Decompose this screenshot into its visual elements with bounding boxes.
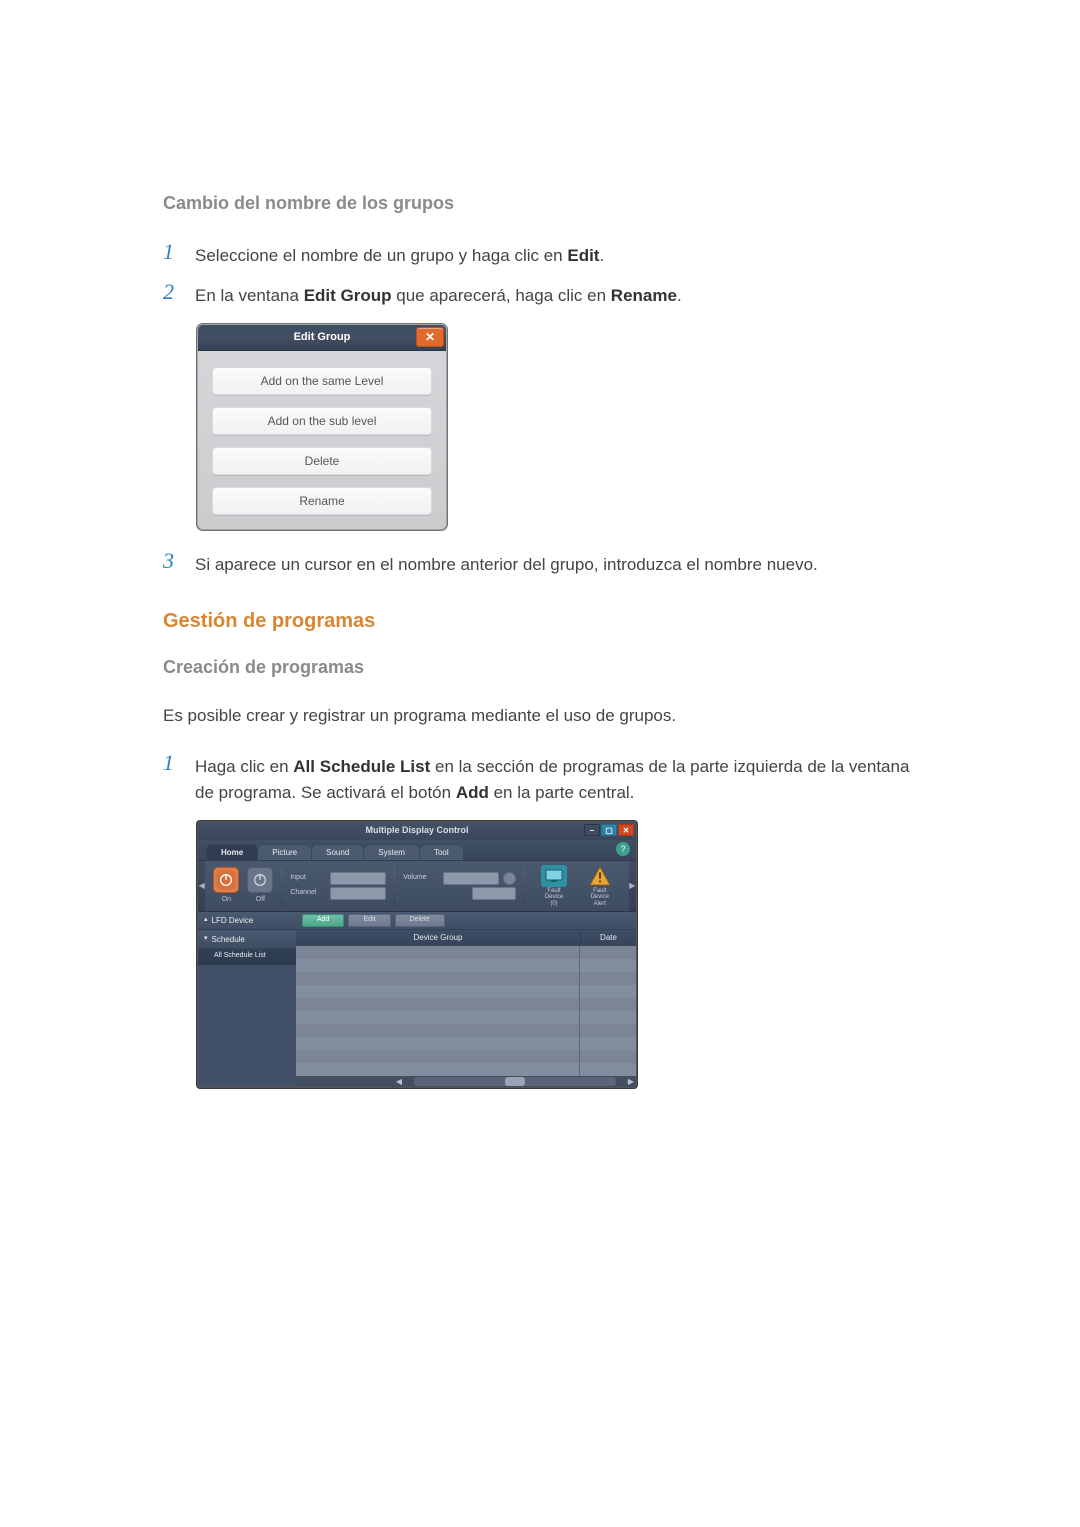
- input-dropdown[interactable]: [330, 872, 386, 885]
- step-text: Si aparece un cursor en el nombre anteri…: [195, 548, 818, 578]
- volume-label: Volume: [403, 873, 439, 884]
- scroll-left-icon: ◀: [394, 1076, 404, 1088]
- window-close-button[interactable]: ✕: [618, 824, 634, 836]
- step-text: En la ventana Edit Group que aparecerá, …: [195, 279, 682, 309]
- power-on-button[interactable]: [213, 867, 239, 893]
- step-2: 2 En la ventana Edit Group que aparecerá…: [163, 279, 920, 309]
- subheading-rename-groups: Cambio del nombre de los grupos: [163, 190, 920, 217]
- section-title-schedules: Gestión de programas: [163, 606, 920, 636]
- dialog-body: Add on the same Level Add on the sub lev…: [198, 351, 446, 529]
- ribbon-group-input: Input Channel: [282, 861, 394, 911]
- table-row: [296, 972, 636, 985]
- sidebar-item-all-schedule[interactable]: All Schedule List: [198, 949, 296, 965]
- app-titlebar: Multiple Display Control – ▢ ✕: [198, 822, 636, 840]
- step-text: Seleccione el nombre de un grupo y haga …: [195, 239, 604, 269]
- tab-system[interactable]: System: [363, 844, 420, 860]
- table-row: [296, 946, 636, 959]
- table-row: [296, 985, 636, 998]
- ribbon-group-fault: Fault Device(0) Fault DeviceAlert: [525, 861, 628, 911]
- main-panel: Add Edit Delete Device Group Date: [296, 912, 636, 1087]
- window-buttons: – ▢ ✕: [584, 824, 634, 836]
- table-row: [296, 1037, 636, 1050]
- ribbon-group-volume: Volume: [395, 861, 524, 911]
- step-1: 1 Seleccione el nombre de un grupo y hag…: [163, 239, 920, 269]
- dialog-titlebar: Edit Group ✕: [198, 325, 446, 351]
- ribbon-tabs: Home Picture Sound System Tool ?: [198, 840, 636, 860]
- col-date[interactable]: Date: [580, 932, 636, 944]
- sidebar-sub-schedule[interactable]: ▾ Schedule: [198, 931, 296, 949]
- channel-stepper[interactable]: [330, 887, 386, 900]
- minimize-button[interactable]: –: [584, 824, 600, 836]
- table-row: [296, 1063, 636, 1076]
- power-icon: [252, 872, 268, 888]
- fault-device-count[interactable]: Fault Device(0): [533, 863, 575, 910]
- sidebar-sub-label: Schedule: [212, 934, 245, 946]
- rename-button[interactable]: Rename: [212, 487, 432, 515]
- grid-header: Device Group Date: [296, 930, 636, 946]
- fault-device-alert[interactable]: Fault DeviceAlert: [579, 863, 621, 910]
- chevron-down-icon: ▾: [204, 934, 208, 945]
- mdc-app-window: Multiple Display Control – ▢ ✕ Home Pict…: [197, 821, 637, 1088]
- warning-icon: [587, 865, 613, 887]
- col-device-group[interactable]: Device Group: [296, 932, 580, 944]
- table-row: [296, 998, 636, 1011]
- close-icon: ✕: [425, 331, 435, 343]
- horizontal-scrollbar[interactable]: ◀ ▶: [296, 1076, 636, 1087]
- delete-schedule-button[interactable]: Delete: [395, 914, 445, 927]
- ribbon-group-power: On Off: [205, 861, 281, 911]
- power-off-label: Off: [247, 895, 273, 906]
- subheading-create-schedules: Creación de programas: [163, 654, 920, 681]
- intro-paragraph: Es posible crear y registrar un programa…: [163, 703, 920, 729]
- volume-knob[interactable]: [503, 872, 516, 885]
- add-button[interactable]: Add: [302, 914, 344, 927]
- help-button[interactable]: ?: [616, 842, 630, 856]
- step-number: 3: [163, 548, 181, 574]
- edit-button[interactable]: Edit: [348, 914, 390, 927]
- power-icon: [218, 872, 234, 888]
- rename-steps-list-2: 3 Si aparece un cursor en el nombre ante…: [163, 548, 920, 578]
- volume-slider[interactable]: [443, 872, 499, 885]
- step-number: 1: [163, 750, 181, 776]
- tab-tool[interactable]: Tool: [419, 844, 464, 860]
- rename-steps-list: 1 Seleccione el nombre de un grupo y hag…: [163, 239, 920, 308]
- delete-button[interactable]: Delete: [212, 447, 432, 475]
- table-row: [296, 1011, 636, 1024]
- sidebar: ▴ LFD Device ▾ Schedule All Schedule Lis…: [198, 912, 296, 1087]
- monitor-icon: [541, 865, 567, 887]
- add-same-level-button[interactable]: Add on the same Level: [212, 367, 432, 395]
- sidebar-head-label: LFD Device: [212, 915, 254, 927]
- app-title: Multiple Display Control: [365, 824, 468, 838]
- table-row: [296, 959, 636, 972]
- scrollbar-thumb[interactable]: [505, 1077, 525, 1086]
- table-row: [296, 1024, 636, 1037]
- step-text: Haga clic en All Schedule List en la sec…: [195, 750, 920, 805]
- schedule-toolbar: Add Edit Delete: [296, 912, 636, 930]
- table-row: [296, 1050, 636, 1063]
- ribbon: ◀ On Off Input: [198, 860, 636, 912]
- dialog-title: Edit Group: [294, 329, 351, 346]
- ribbon-scroll-left[interactable]: ◀: [198, 861, 205, 911]
- add-sub-level-button[interactable]: Add on the sub level: [212, 407, 432, 435]
- scroll-right-icon: ▶: [626, 1076, 636, 1088]
- tab-picture[interactable]: Picture: [257, 844, 312, 860]
- ribbon-scroll-right[interactable]: ▶: [629, 861, 636, 911]
- power-off-button[interactable]: [247, 867, 273, 893]
- input-label: Input: [290, 873, 326, 884]
- create-schedule-steps: 1 Haga clic en All Schedule List en la s…: [163, 750, 920, 805]
- step-number: 2: [163, 279, 181, 305]
- step-number: 1: [163, 239, 181, 265]
- maximize-button[interactable]: ▢: [601, 824, 617, 836]
- sidebar-head-lfd[interactable]: ▴ LFD Device: [198, 912, 296, 930]
- step-1: 1 Haga clic en All Schedule List en la s…: [163, 750, 920, 805]
- chevron-up-icon: ▴: [204, 915, 208, 926]
- power-on-label: On: [213, 895, 239, 906]
- edit-group-dialog: Edit Group ✕ Add on the same Level Add o…: [197, 324, 447, 530]
- tab-home[interactable]: Home: [206, 844, 258, 860]
- tab-sound[interactable]: Sound: [311, 844, 364, 860]
- grid-body: [296, 946, 636, 1076]
- close-button[interactable]: ✕: [416, 327, 444, 347]
- channel-label: Channel: [290, 888, 326, 899]
- step-3: 3 Si aparece un cursor en el nombre ante…: [163, 548, 920, 578]
- mute-button[interactable]: [472, 887, 516, 900]
